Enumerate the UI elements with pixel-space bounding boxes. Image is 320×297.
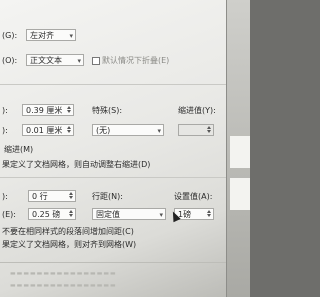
- document-page: [230, 136, 250, 168]
- indent-value-label: 缩进值(Y):: [178, 106, 216, 115]
- document-page: [230, 178, 250, 210]
- indent-value-input[interactable]: [178, 124, 214, 136]
- preview-pane: ▬▬▬▬▬▬▬▬▬▬▬▬▬▬▬▬: [10, 270, 117, 277]
- special-label: 特殊(S):: [92, 106, 123, 115]
- dropdown-arrow-icon: ▾: [159, 211, 163, 219]
- paragraph-dialog: (G): 左对齐 ▾ (O): 正文文本 ▾ 默认情况下折叠(E) ): 0.3…: [0, 0, 226, 297]
- left-indent-label: ):: [2, 106, 8, 115]
- spinner-icon[interactable]: [68, 209, 74, 219]
- screen: (G): 左对齐 ▾ (O): 正文文本 ▾ 默认情况下折叠(E) ): 0.3…: [0, 0, 250, 297]
- spinner-icon[interactable]: [206, 125, 212, 135]
- dropdown-arrow-icon: ▾: [77, 57, 81, 65]
- line-spacing-dropdown[interactable]: 固定值 ▾: [92, 208, 166, 220]
- dropdown-arrow-icon: ▾: [157, 127, 161, 135]
- preview-pane: ▬▬▬▬▬▬▬▬▬▬▬▬▬▬▬▬: [10, 282, 117, 289]
- left-indent-input[interactable]: 0.39 厘米: [22, 104, 74, 116]
- collapsed-checkbox[interactable]: [92, 57, 100, 65]
- line-spacing-label: 行距(N):: [92, 192, 123, 201]
- spinner-icon[interactable]: [66, 125, 72, 135]
- spinner-icon[interactable]: [206, 209, 212, 219]
- mirror-indent-label: 缩进(M): [4, 145, 34, 154]
- space-before-label: ):: [2, 192, 8, 201]
- special-indent-dropdown[interactable]: (无) ▾: [92, 124, 164, 136]
- separator: [0, 177, 226, 178]
- dropdown-arrow-icon: ▾: [69, 32, 73, 40]
- alignment-dropdown[interactable]: 左对齐 ▾: [26, 29, 76, 41]
- right-indent-input[interactable]: 0.01 厘米: [22, 124, 74, 136]
- outline-value: 正文文本: [30, 56, 62, 65]
- outline-level-dropdown[interactable]: 正文文本 ▾: [26, 54, 84, 66]
- separator: [0, 84, 226, 85]
- left-indent-value: 0.39 厘米: [26, 106, 63, 115]
- snap-to-grid-label[interactable]: 果定义了文档网格，则对齐到网格(W): [2, 240, 136, 250]
- space-before-value: 0 行: [32, 192, 48, 201]
- collapsed-label: 默认情况下折叠(E): [102, 56, 170, 65]
- separator: [0, 262, 226, 263]
- alignment-label: (G):: [2, 31, 18, 40]
- special-value: (无): [96, 126, 111, 135]
- space-before-input[interactable]: 0 行: [28, 190, 76, 202]
- space-after-label: (E):: [2, 210, 16, 219]
- space-after-input[interactable]: 0.25 磅: [28, 208, 76, 220]
- right-indent-label: ):: [2, 126, 8, 135]
- spinner-icon[interactable]: [66, 105, 72, 115]
- at-label: 设置值(A):: [174, 192, 213, 201]
- right-indent-value: 0.01 厘米: [26, 126, 63, 135]
- auto-adjust-right-indent-label[interactable]: 果定义了文档网格，则自动调整右缩进(D): [2, 160, 150, 170]
- outline-label: (O):: [2, 56, 18, 65]
- alignment-value: 左对齐: [30, 31, 54, 40]
- space-after-value: 0.25 磅: [32, 210, 61, 219]
- line-spacing-value: 固定值: [96, 210, 120, 219]
- no-space-same-style-label[interactable]: 不要在相同样式的段落间增加间距(C): [2, 227, 134, 237]
- spinner-icon[interactable]: [68, 191, 74, 201]
- document-background: [226, 0, 250, 297]
